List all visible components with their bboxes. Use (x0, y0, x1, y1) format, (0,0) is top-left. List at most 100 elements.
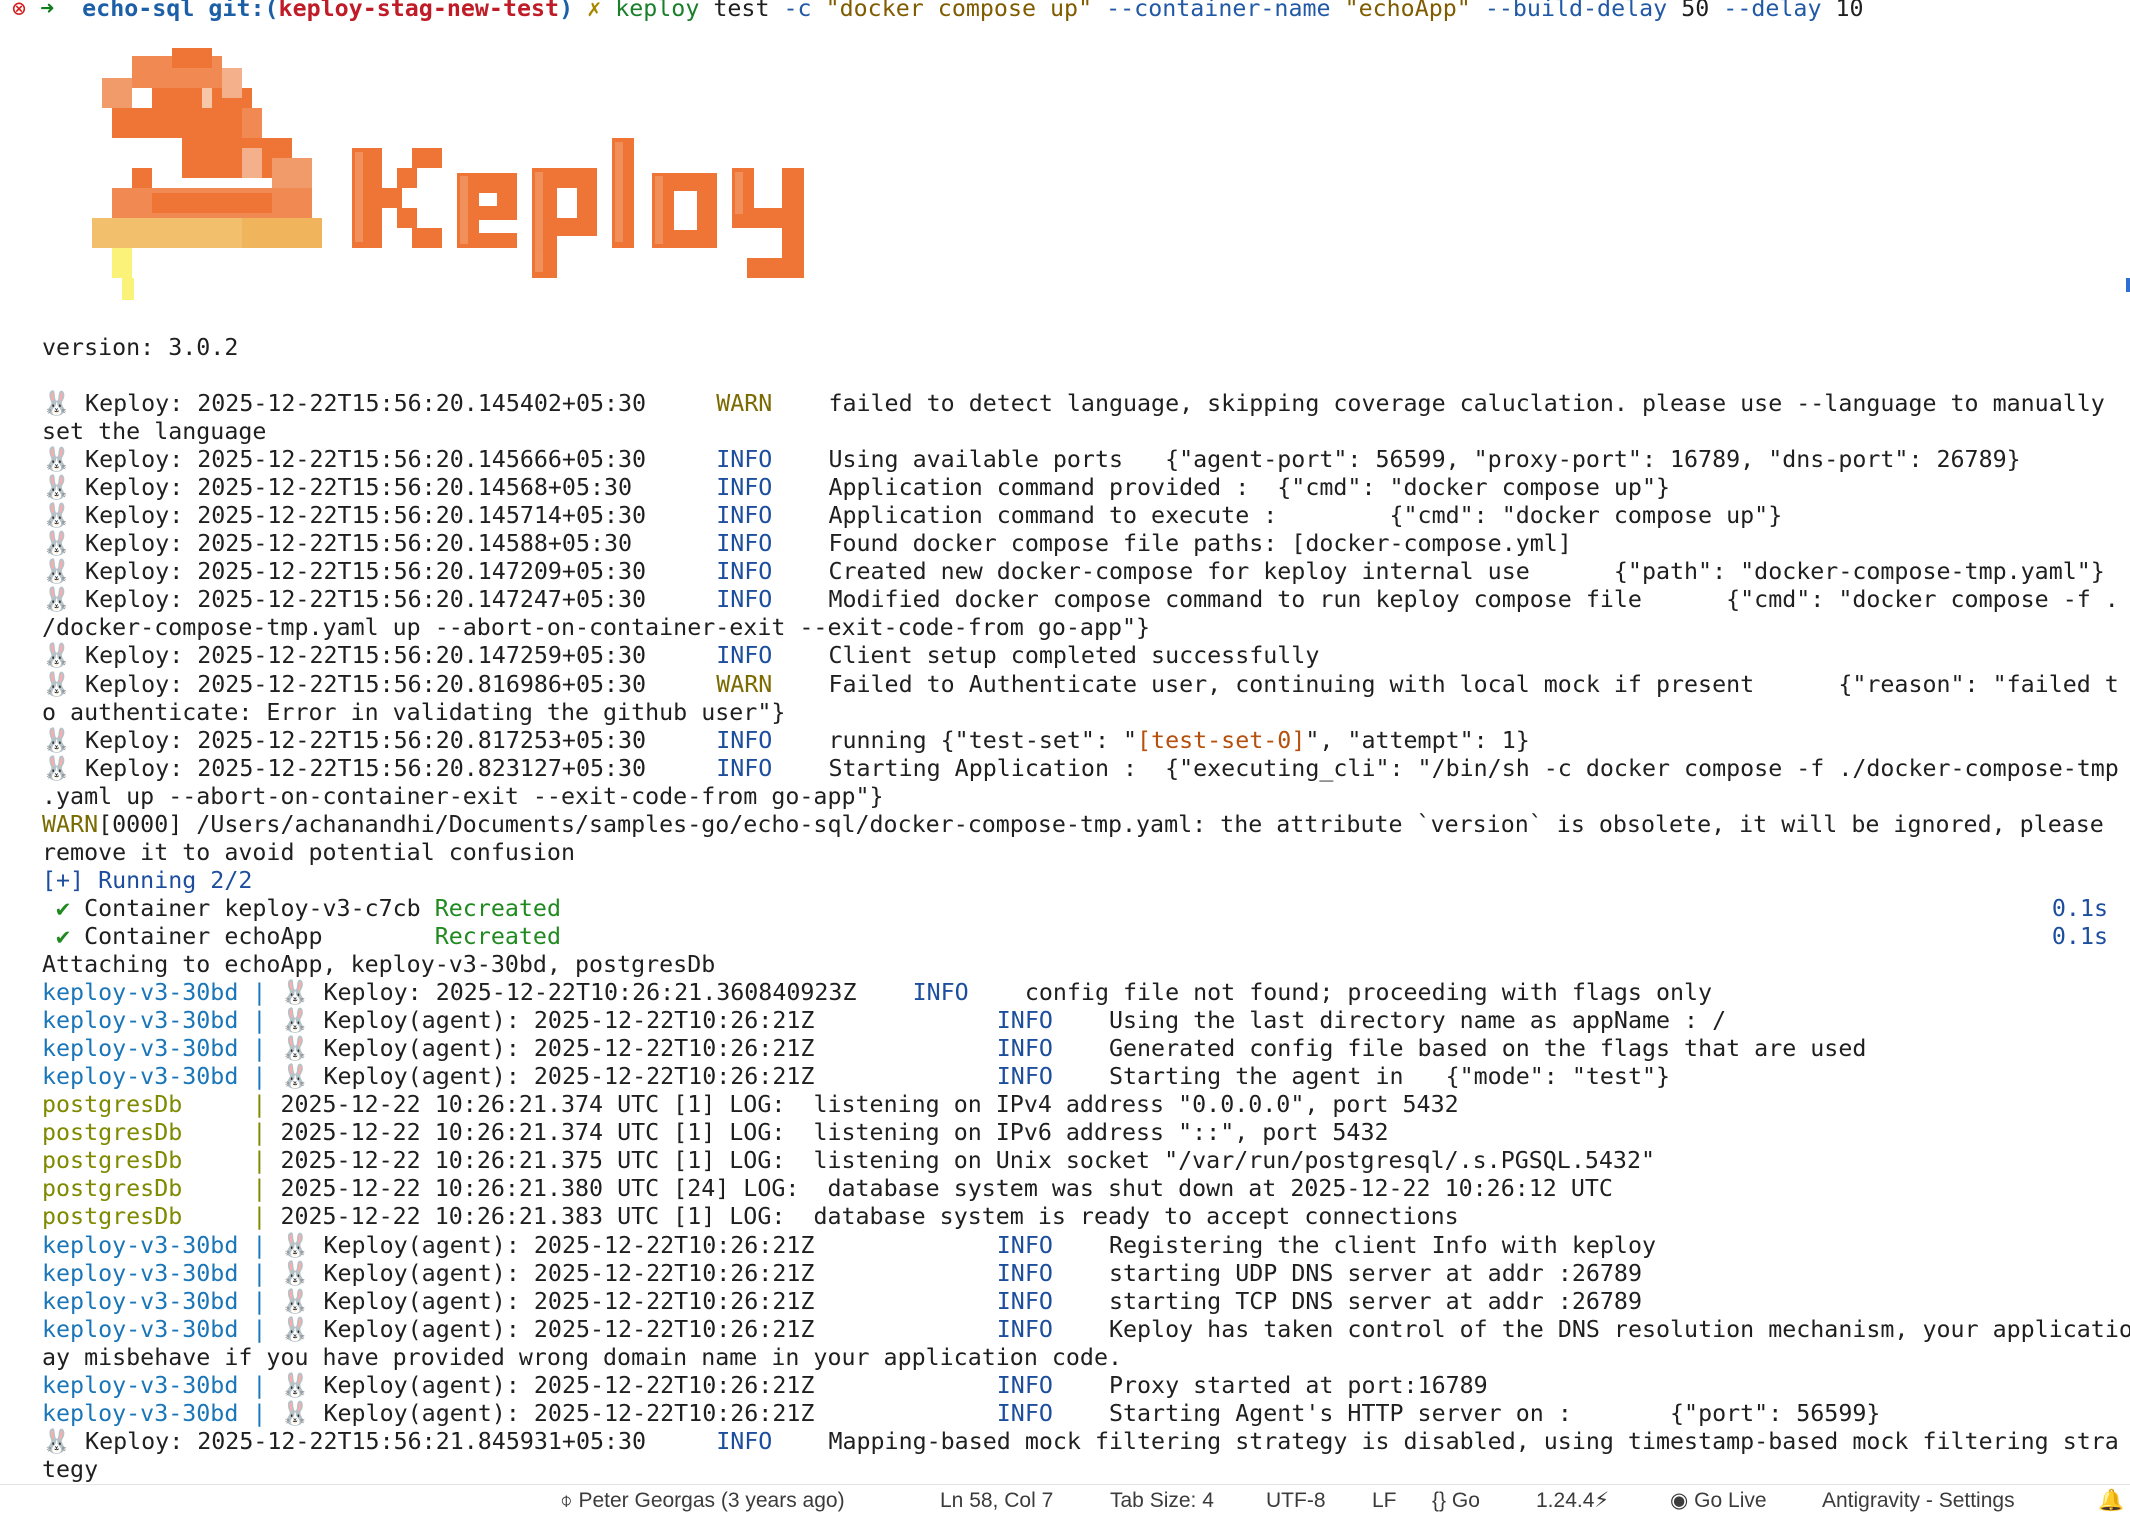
rabbit-icon: 🐰 (42, 1427, 72, 1455)
log-message: ", "attempt": 1} (1305, 726, 1530, 754)
log-timestamp: 2025-12-22T10:26:21.360840923Z (435, 979, 857, 1007)
tab-size[interactable]: Tab Size: 4 (1110, 1488, 1214, 1514)
log-line: keploy-v3-30bd | 🐰 Keploy(agent): 2025-1… (42, 1063, 1670, 1091)
log-continuation: Attaching to echoApp, keploy-v3-30bd, po… (42, 951, 716, 978)
container-name: Container keploy-v3-c7cb (70, 894, 435, 922)
encoding[interactable]: UTF-8 (1266, 1488, 1326, 1514)
blame-item[interactable]: ⌽ Peter Georgas (3 years ago) (560, 1488, 845, 1514)
container-prefix: postgresDb (42, 1119, 253, 1147)
log-level: INFO (996, 1315, 1053, 1343)
container-prefix: keploy-v3-30bd (42, 1315, 253, 1343)
bell-icon[interactable]: 🔔 (2098, 1488, 2124, 1514)
log-message: Starting Agent's HTTP server on : {"port… (1108, 1399, 1881, 1427)
container-status: Recreated (434, 894, 561, 922)
separator: | (252, 979, 281, 1007)
log-message: Client setup completed successfully (828, 642, 1320, 670)
log-source: Keploy: (71, 474, 198, 502)
log-line: ✔ Container echoApp Recreated (42, 923, 561, 951)
log-line: 🐰 Keploy: 2025-12-22T15:56:20.14588+05:3… (42, 530, 1572, 558)
log-source: Keploy: (71, 1427, 198, 1455)
log-timestamp: 2025-12-22T15:56:20.14568+05:30 (197, 474, 647, 502)
rabbit-icon: 🐰 (42, 642, 72, 670)
separator: | (252, 1371, 281, 1399)
language-mode[interactable]: {} Go (1432, 1488, 1480, 1514)
log-message: Using available ports {"agent-port": 565… (828, 446, 2021, 474)
cursor-position[interactable]: Ln 58, Col 7 (940, 1488, 1053, 1514)
go-version-label: 1.24.4 (1536, 1489, 1595, 1512)
log-source: Keploy: (71, 530, 198, 558)
rabbit-icon: 🐰 (280, 1371, 310, 1399)
log-line: remove it to avoid potential confusion (42, 839, 575, 867)
go-live-label: Go Live (1694, 1489, 1767, 1512)
log-level: INFO (716, 726, 773, 754)
separator: | (252, 1063, 281, 1091)
container-prefix: keploy-v3-30bd (42, 1035, 253, 1063)
log-timestamp: 2025-12-22T15:56:20.816986+05:30 (197, 670, 647, 698)
log-message: Starting the agent in {"mode": "test"} (1108, 1063, 1671, 1091)
log-timestamp: 2025-12-22T10:26:21Z (533, 1231, 941, 1259)
go-version[interactable]: 1.24.4⚡ (1536, 1488, 1609, 1514)
log-level: INFO (996, 1287, 1053, 1315)
log-line: postgresDb | 2025-12-22 10:26:21.380 UTC… (42, 1175, 1613, 1203)
log-message: Generated config file based on the flags… (1108, 1035, 1867, 1063)
rabbit-icon: 🐰 (42, 390, 72, 417)
log-source: Keploy(agent): (309, 1231, 534, 1259)
log-message: running {"test-set": " (828, 726, 1138, 754)
go-live-button[interactable]: ◉ Go Live (1670, 1488, 1767, 1514)
scrollbar-thumb[interactable] (2126, 278, 2130, 292)
log-line: 🐰 Keploy: 2025-12-22T15:56:20.147209+05:… (42, 558, 2105, 586)
log-source: Keploy: (71, 558, 198, 586)
log-source: Keploy: (71, 642, 198, 670)
log-continuation: set the language (42, 418, 267, 446)
container-prefix: keploy-v3-30bd (42, 1063, 253, 1091)
container-prefix: postgresDb (42, 1203, 253, 1231)
log-level: INFO (716, 1427, 773, 1455)
log-source: Keploy(agent): (309, 1371, 534, 1399)
rabbit-icon: 🐰 (280, 1231, 310, 1259)
terminal[interactable]: ⊗ ➜ echo-sql git:(keploy-stag-new-test) … (0, 0, 2130, 1484)
log-timestamp: 2025-12-22T15:56:21.845931+05:30 (197, 1427, 647, 1455)
line-ending[interactable]: LF (1372, 1488, 1397, 1514)
keploy-logo (92, 48, 804, 300)
log-message: [0000] /Users/achanandhi/Documents/sampl… (98, 810, 2104, 838)
rabbit-icon: 🐰 (42, 530, 72, 558)
prompt-directory: echo-sql (82, 0, 195, 22)
command-subcommand: test (699, 0, 784, 22)
log-message: Failed to Authenticate user, continuing … (828, 670, 2119, 698)
container-prefix: keploy-v3-30bd (42, 1287, 253, 1315)
log-message: Using the last directory name as appName… (1108, 1007, 1727, 1035)
separator: | (252, 1259, 281, 1287)
check-icon: ✔ (42, 922, 71, 950)
flag-container-value: "echoApp" (1330, 0, 1485, 22)
settings-item[interactable]: Antigravity - Settings (1822, 1488, 2015, 1514)
log-line: 🐰 Keploy: 2025-12-22T15:56:20.145666+05:… (42, 446, 2021, 474)
log-timestamp: 2025-12-22T10:26:21Z (533, 1035, 941, 1063)
log-timestamp: 2025-12-22T10:26:21Z (533, 1007, 941, 1035)
rabbit-icon: 🐰 (42, 726, 72, 754)
log-source: Keploy(agent): (309, 1259, 534, 1287)
prompt-arrow: ➜ (40, 0, 55, 22)
log-line: keploy-v3-30bd | 🐰 Keploy(agent): 2025-1… (42, 1288, 1642, 1316)
log-line: o authenticate: Error in validating the … (42, 699, 785, 727)
log-level: INFO (716, 642, 773, 670)
log-message: 2025-12-22 10:26:21.375 UTC [1] LOG: lis… (280, 1147, 1655, 1175)
separator: | (252, 1147, 281, 1175)
flag-c: -c (783, 0, 812, 22)
log-line: keploy-v3-30bd | 🐰 Keploy(agent): 2025-1… (42, 1232, 1656, 1260)
log-source: Keploy: (71, 502, 198, 530)
rabbit-icon: 🐰 (42, 446, 72, 474)
log-level: INFO (996, 1231, 1053, 1259)
log-message: Starting Application : {"executing_cli":… (828, 754, 2119, 782)
